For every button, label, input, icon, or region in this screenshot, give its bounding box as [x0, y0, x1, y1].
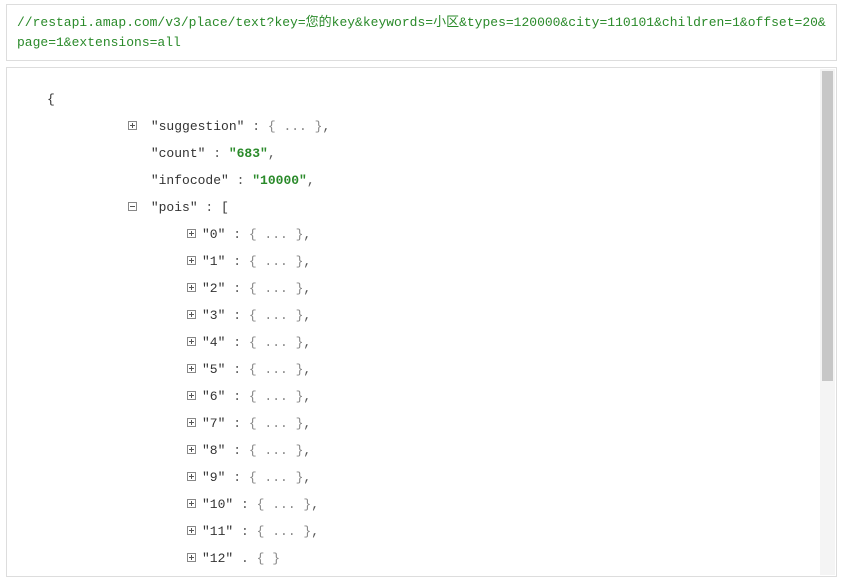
json-open-brace: {	[47, 86, 826, 113]
expand-icon[interactable]	[187, 553, 196, 562]
response-content: { "suggestion" : { ... }, "count" : "683…	[7, 68, 836, 576]
pois-item-value: { ... }	[257, 524, 312, 539]
pois-item: "8" : { ... },	[47, 437, 826, 464]
pois-item-key: "9"	[202, 470, 225, 485]
expand-icon[interactable]	[187, 256, 196, 265]
pois-item-value: { ... }	[249, 389, 304, 404]
json-field-suggestion: "suggestion" : { ... },	[47, 113, 826, 140]
expand-icon[interactable]	[187, 310, 196, 319]
expand-icon[interactable]	[187, 364, 196, 373]
scrollbar-thumb[interactable]	[822, 71, 833, 381]
pois-item-key: "1"	[202, 254, 225, 269]
pois-item: "5" : { ... },	[47, 356, 826, 383]
pois-item: "1" : { ... },	[47, 248, 826, 275]
pois-item: "11" : { ... },	[47, 518, 826, 545]
expand-icon[interactable]	[187, 337, 196, 346]
expand-icon[interactable]	[187, 499, 196, 508]
pois-item-key: "3"	[202, 308, 225, 323]
pois-item-value: { ... }	[249, 227, 304, 242]
pois-item-key: "11"	[202, 524, 233, 539]
collapse-icon[interactable]	[128, 202, 137, 211]
pois-item-value: { ... }	[249, 335, 304, 350]
pois-item: "6" : { ... },	[47, 383, 826, 410]
pois-item-key: "6"	[202, 389, 225, 404]
expand-icon[interactable]	[187, 391, 196, 400]
json-field-infocode: "infocode" : "10000",	[47, 167, 826, 194]
pois-item-value: { ... }	[249, 281, 304, 296]
response-box: { "suggestion" : { ... }, "count" : "683…	[6, 67, 837, 577]
pois-item-value: { ... }	[249, 443, 304, 458]
pois-item: "9" : { ... },	[47, 464, 826, 491]
pois-item: "3" : { ... },	[47, 302, 826, 329]
pois-item-key: "12"	[202, 551, 233, 566]
pois-item-value: { }	[257, 551, 280, 566]
pois-item-key: "8"	[202, 443, 225, 458]
request-url-text: //restapi.amap.com/v3/place/text?key=您的k…	[17, 15, 826, 50]
pois-item-key: "5"	[202, 362, 225, 377]
expand-icon[interactable]	[187, 418, 196, 427]
pois-item-value: { ... }	[249, 308, 304, 323]
pois-item-value: { ... }	[257, 497, 312, 512]
pois-item-key: "0"	[202, 227, 225, 242]
pois-item: "2" : { ... },	[47, 275, 826, 302]
pois-item-key: "7"	[202, 416, 225, 431]
pois-item-value: { ... }	[249, 254, 304, 269]
scrollbar-track[interactable]	[820, 69, 835, 575]
pois-item-key: "2"	[202, 281, 225, 296]
expand-icon[interactable]	[187, 283, 196, 292]
expand-icon[interactable]	[187, 526, 196, 535]
json-field-pois: "pois" : [	[47, 194, 826, 221]
pois-item-value: { ... }	[249, 416, 304, 431]
pois-item-key: "4"	[202, 335, 225, 350]
request-url-box: //restapi.amap.com/v3/place/text?key=您的k…	[6, 4, 837, 61]
pois-item-key: "10"	[202, 497, 233, 512]
pois-item-value: { ... }	[249, 362, 304, 377]
expand-icon[interactable]	[128, 121, 137, 130]
expand-icon[interactable]	[187, 445, 196, 454]
pois-item: "4" : { ... },	[47, 329, 826, 356]
pois-item: "7" : { ... },	[47, 410, 826, 437]
expand-icon[interactable]	[187, 229, 196, 238]
json-field-count: "count" : "683",	[47, 140, 826, 167]
pois-item-value: { ... }	[249, 470, 304, 485]
expand-icon[interactable]	[187, 472, 196, 481]
pois-item: "10" : { ... },	[47, 491, 826, 518]
pois-item: "12" . { }	[47, 545, 826, 572]
pois-item: "0" : { ... },	[47, 221, 826, 248]
